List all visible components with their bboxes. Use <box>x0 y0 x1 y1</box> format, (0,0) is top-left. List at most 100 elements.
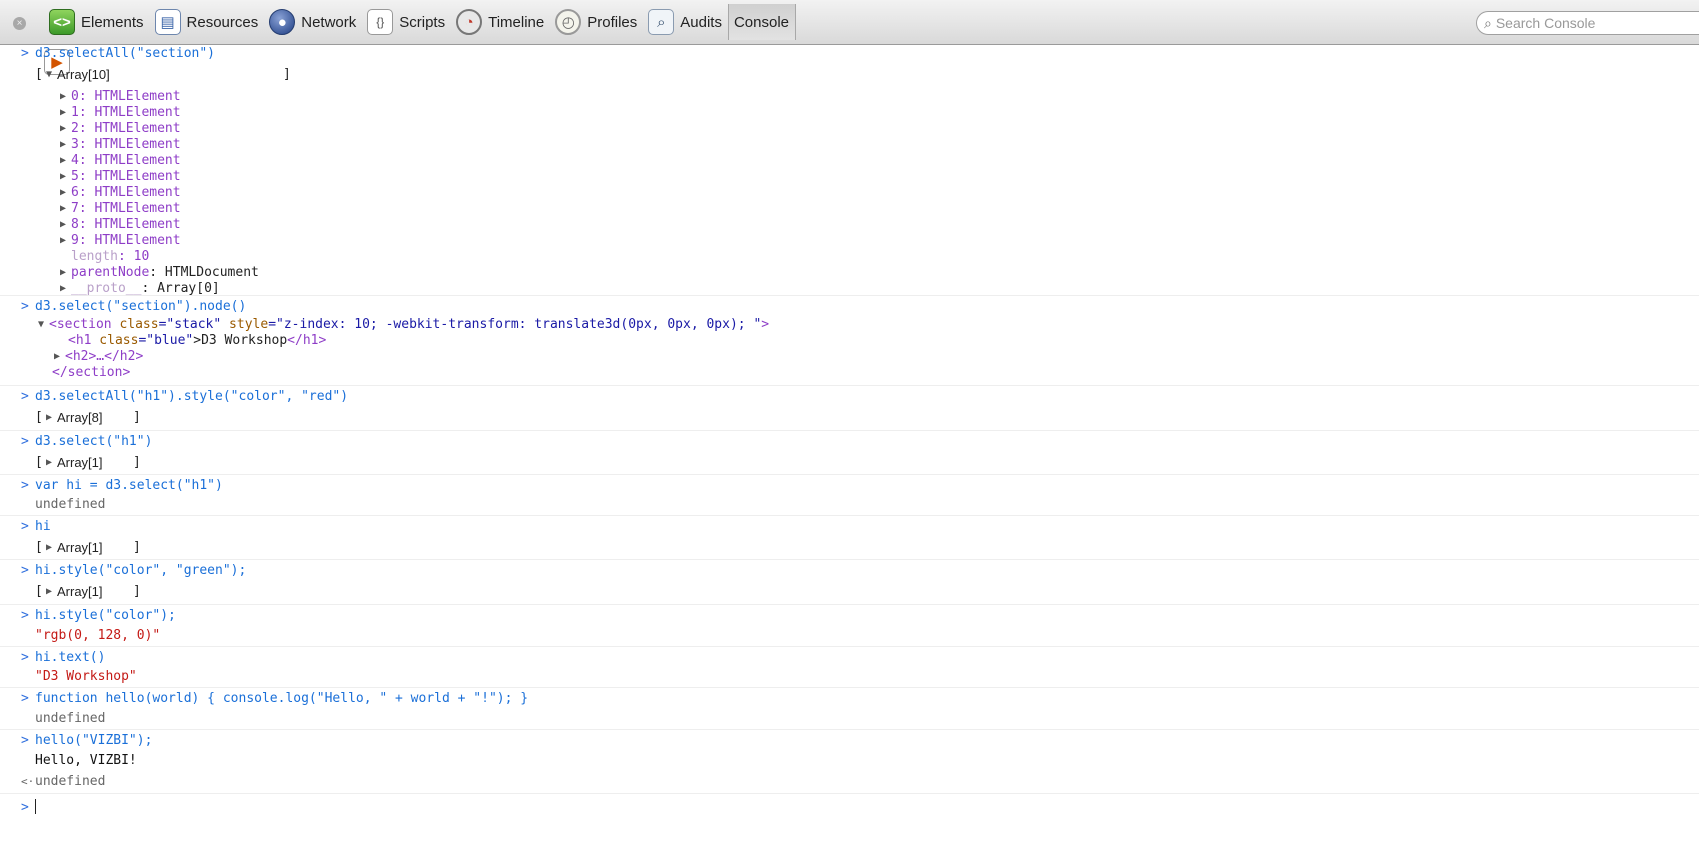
text-cursor <box>35 799 36 814</box>
array-item[interactable]: 6: HTMLElement <box>71 184 181 201</box>
command-text: hi <box>35 519 51 534</box>
result-string: "D3 Workshop" <box>35 669 137 684</box>
expand-arrow-icon[interactable]: ▶ <box>46 454 52 471</box>
prompt-icon: > <box>21 46 29 61</box>
result-label[interactable]: Array[8] <box>57 409 103 426</box>
result-bracket-close: ] <box>133 584 141 599</box>
expand-arrow-icon[interactable]: ▶ <box>60 104 66 121</box>
array-item[interactable]: 8: HTMLElement <box>71 216 181 233</box>
result-bracket-open: [ <box>35 540 43 555</box>
dom-node-h2[interactable]: <h2>…</h2> <box>65 348 143 365</box>
array-item[interactable]: 2: HTMLElement <box>71 120 181 137</box>
timeline-icon: ◔ <box>456 9 483 35</box>
expand-arrow-icon[interactable]: ▶ <box>60 168 66 185</box>
expand-arrow-icon[interactable]: ▼ <box>38 316 44 333</box>
result-text: undefined <box>35 774 106 789</box>
result-bracket-close: ] <box>133 455 141 470</box>
command-text: hi.text() <box>35 650 106 665</box>
expand-arrow-icon[interactable]: ▶ <box>46 583 52 600</box>
parent-node[interactable]: parentNode: HTMLDocument <box>71 264 259 281</box>
result-bracket-close: ] <box>283 67 291 82</box>
expand-arrow-icon[interactable]: ▶ <box>60 216 66 233</box>
resources-icon: ▤ <box>154 9 181 35</box>
expand-arrow-icon[interactable]: ▶ <box>60 120 66 137</box>
result-bracket-open: [ <box>35 584 43 599</box>
array-item[interactable]: 9: HTMLElement <box>71 232 181 249</box>
expand-arrow-icon[interactable]: ▶ <box>60 136 66 153</box>
elements-icon: <> <box>49 9 75 35</box>
audits-icon: ⌕ <box>648 9 675 35</box>
expand-arrow-icon[interactable]: ▶ <box>54 348 60 365</box>
expand-arrow-icon[interactable]: ▶ <box>46 539 52 556</box>
array-length: length: 10 <box>71 249 150 264</box>
tab-audits[interactable]: ⌕ Audits <box>643 4 728 40</box>
tab-profiles[interactable]: ◴ Profiles <box>550 4 643 40</box>
console-entry: > var hi = d3.select("h1") undefined <box>0 477 1699 516</box>
command-text: var hi = d3.select("h1") <box>35 478 223 493</box>
tab-resources[interactable]: ▤ Resources <box>150 4 265 40</box>
prompt-icon: > <box>21 389 29 404</box>
result-bracket-open: [ <box>35 67 43 82</box>
console-entry: > hi [ ▶ Array[1] ] <box>0 518 1699 560</box>
search-input[interactable] <box>1495 15 1676 31</box>
expand-arrow-icon[interactable]: ▶ <box>60 232 66 249</box>
command-text: hi.style("color", "green"); <box>35 563 247 578</box>
result-label[interactable]: Array[1] <box>57 454 103 471</box>
console-entry: > d3.selectAll("section") [ ▼ Array[10] … <box>0 45 1699 296</box>
result-bracket-close: ] <box>133 410 141 425</box>
console-input[interactable]: > <box>0 797 1699 817</box>
expand-arrow-icon[interactable]: ▶ <box>60 200 66 217</box>
tab-label: Scripts <box>399 13 446 31</box>
command-text: d3.select("h1") <box>35 434 153 449</box>
console-entry: > function hello(world) { console.log("H… <box>0 690 1699 730</box>
tab-label: Console <box>733 13 790 31</box>
command-text: hello("VIZBI"); <box>35 733 153 748</box>
prompt-icon: > <box>21 478 29 493</box>
devtools-toolbar: × <> Elements ▤ Resources ● Network {} S… <box>0 0 1699 75</box>
search-box[interactable]: ⌕ <box>1476 11 1699 35</box>
expand-arrow-icon[interactable]: ▶ <box>60 184 66 201</box>
array-item[interactable]: 0: HTMLElement <box>71 88 181 105</box>
command-text: function hello(world) { console.log("Hel… <box>35 691 529 706</box>
proto-node[interactable]: __proto__: Array[0] <box>71 280 220 297</box>
expand-arrow-icon[interactable]: ▶ <box>46 409 52 426</box>
console-entry: > hi.style("color", "green"); [ ▶ Array[… <box>0 562 1699 605</box>
prompt-icon: > <box>21 563 29 578</box>
result-label[interactable]: Array[1] <box>57 583 103 600</box>
console-entry: > d3.select("section").node() ▼ <section… <box>0 298 1699 386</box>
array-item[interactable]: 4: HTMLElement <box>71 152 181 169</box>
dom-node-section[interactable]: <section class="stack" style="z-index: 1… <box>49 316 769 333</box>
expand-arrow-icon[interactable]: ▶ <box>60 88 66 105</box>
expand-arrow-icon[interactable]: ▶ <box>60 152 66 169</box>
tab-label: Audits <box>680 13 722 31</box>
log-output: Hello, VIZBI! <box>35 753 137 768</box>
result-label[interactable]: Array[10] <box>57 66 110 83</box>
array-item[interactable]: 3: HTMLElement <box>71 136 181 153</box>
expand-arrow-icon[interactable]: ▶ <box>60 264 66 281</box>
console-entry: > d3.selectAll("h1").style("color", "red… <box>0 388 1699 431</box>
command-text: d3.selectAll("h1").style("color", "red") <box>35 389 349 404</box>
tab-network[interactable]: ● Network <box>264 4 362 40</box>
network-icon: ● <box>269 9 296 35</box>
dom-node-close: </section> <box>52 365 131 380</box>
tab-label: Resources <box>186 13 259 31</box>
result-text: undefined <box>35 711 106 726</box>
tab-timeline[interactable]: ◔ Timeline <box>451 4 550 40</box>
expand-arrow-icon[interactable]: ▼ <box>46 66 52 83</box>
console-entry: > hello("VIZBI"); Hello, VIZBI! <· undef… <box>0 732 1699 794</box>
array-item[interactable]: 7: HTMLElement <box>71 200 181 217</box>
command-text: d3.select("section").node() <box>35 299 247 314</box>
expand-arrow-icon[interactable]: ▶ <box>60 280 66 297</box>
array-item[interactable]: 1: HTMLElement <box>71 104 181 121</box>
prompt-icon: > <box>21 691 29 706</box>
tab-scripts[interactable]: {} Scripts <box>362 4 451 40</box>
tab-console[interactable]: ▶ Console <box>44 4 797 75</box>
result-label[interactable]: Array[1] <box>57 539 103 556</box>
array-item[interactable]: 5: HTMLElement <box>71 168 181 185</box>
console-entry: > hi.text() "D3 Workshop" <box>0 649 1699 688</box>
close-icon[interactable]: × <box>13 17 26 30</box>
console-log[interactable]: > d3.selectAll("section") [ ▼ Array[10] … <box>0 45 1699 865</box>
dom-node-h1[interactable]: <h1 class="blue">D3 Workshop</h1> <box>68 332 326 349</box>
profiles-icon: ◴ <box>555 9 582 35</box>
tab-elements[interactable]: <> Elements <box>44 4 150 40</box>
